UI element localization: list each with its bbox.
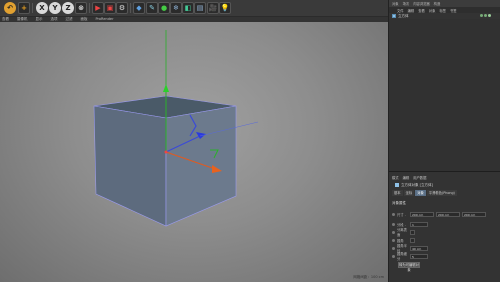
tab-objects[interactable]: 对象 [392,1,399,6]
attribute-subtabs: 基本 坐标 对象 平滑着色(Phong) [392,190,457,196]
tab-structure[interactable]: 构造 [434,1,441,6]
size-z-field[interactable]: 200 cm [462,211,486,217]
manager-tabs: 对象 场次 内容浏览器 构造 [389,0,500,7]
separate-surfaces-checkbox[interactable] [410,229,415,235]
make-editable-button[interactable]: 转为可编辑对象 [398,262,420,272]
world-coordinates-icon[interactable]: ⊗ [75,2,87,14]
viewport-scene [93,30,259,227]
size-y-field[interactable]: 200 cm [436,211,460,217]
keyframe-dot[interactable] [392,246,395,250]
keyframe-dot[interactable] [392,238,395,242]
render-view-icon[interactable]: ▶ [92,2,104,14]
param-row-fillet-subdivision: 圆角细分 5 [392,252,452,261]
subtab-object[interactable]: 对象 [415,190,426,196]
gizmo-y-handle[interactable] [163,84,169,92]
tab-content-browser[interactable]: 内容浏览器 [413,1,429,6]
tab-takes[interactable]: 场次 [403,1,410,6]
render-settings-icon[interactable]: ⚙ [116,2,128,14]
param-row-separate-surfaces: 分离表面 [392,228,452,237]
keyframe-dot[interactable] [392,222,395,226]
grid-spacing-label: 网格间距：100 cm [353,275,384,279]
fillet-checkbox[interactable] [410,237,415,243]
size-row: 尺寸 . 200 cm 200 cm 200 cm [392,211,500,217]
x-axis-lock-icon[interactable]: X [36,2,48,14]
fillet-radius-field[interactable]: 40 cm [410,245,428,251]
size-label: 尺寸 . [397,212,406,217]
am-menu-userdata[interactable]: 用户数据 [413,175,426,180]
attribute-title-text: 立方体对象 [立方体] [401,182,433,187]
cube-primitive-icon[interactable]: ◆ [133,2,145,14]
render-visibility-dot[interactable] [484,14,487,17]
live-select-icon[interactable]: + [18,2,30,14]
cube-left-face[interactable] [93,105,167,227]
om-menu-bookmarks[interactable]: 书签 [450,8,457,13]
pen-spline-icon[interactable]: ✎ [146,2,158,14]
object-name[interactable]: 立方体 [398,14,409,19]
am-menu-mode[interactable]: 模式 [392,175,399,180]
cloner-icon[interactable]: ❄ [170,2,182,14]
segments-field[interactable]: 1 [410,221,428,227]
separate-surfaces-label: 分离表面 [397,228,407,237]
fillet-label: 圆角 [397,238,404,243]
size-x-field[interactable]: 200 cm [410,211,434,217]
right-panel: 对象 场次 内容浏览器 构造 文件 编辑 查看 对象 标签 书签 立方体 模式 … [388,0,500,282]
deformer-icon[interactable]: ◧ [182,2,194,14]
environment-icon[interactable]: ▤ [194,2,206,14]
cube-object-icon [395,183,399,187]
segments-label: 分段 . [397,222,406,227]
subdivision-surface-icon[interactable]: ● [158,2,170,14]
cube-right-face[interactable] [165,105,237,227]
fillet-subdivision-field[interactable]: 5 [410,253,428,259]
y-axis-lock-icon[interactable]: Y [49,2,61,14]
cube-object-icon [392,14,396,18]
visibility-flags[interactable] [480,14,491,17]
enable-check-icon[interactable] [488,14,491,17]
keyframe-dot[interactable] [392,212,395,216]
keyframe-dot[interactable] [392,254,395,258]
om-menu-object[interactable]: 对象 [429,8,436,13]
om-menu-view[interactable]: 查看 [418,8,425,13]
render-picture-viewer-icon[interactable]: ▣ [104,2,116,14]
fillet-subdivision-label: 圆角细分 [397,252,407,261]
attribute-manager-menu: 模式 编辑 用户数据 [389,174,500,180]
main-toolbar: ↶ + X Y Z ⊗ ▶ ▣ ⚙ ◆ ✎ ● ❄ ◧ ▤ 🎥 💡 [0,0,388,17]
attribute-title: 立方体对象 [立方体] [395,182,495,188]
undo-icon[interactable]: ↶ [4,2,16,14]
subtab-basic[interactable]: 基本 [392,190,403,196]
section-object-properties: 对象属性 [392,201,406,205]
subtab-coord[interactable]: 坐标 [403,190,415,196]
subtab-phong[interactable]: 平滑着色(Phong) [426,190,457,196]
camera-icon[interactable]: 🎥 [207,2,219,14]
om-menu-tags[interactable]: 标签 [439,8,446,13]
om-menu-edit[interactable]: 编辑 [408,8,415,13]
gizmo-center[interactable] [164,150,168,154]
3d-viewport[interactable]: 网格间距：100 cm [0,22,388,282]
z-axis-lock-icon[interactable]: Z [62,2,74,14]
panel-splitter[interactable] [389,171,500,172]
am-menu-edit[interactable]: 编辑 [403,175,410,180]
keyframe-dot[interactable] [392,230,395,234]
object-list-area[interactable] [389,19,500,171]
editor-visibility-dot[interactable] [480,14,483,17]
om-menu-file[interactable]: 文件 [397,8,404,13]
light-icon[interactable]: 💡 [219,2,231,14]
